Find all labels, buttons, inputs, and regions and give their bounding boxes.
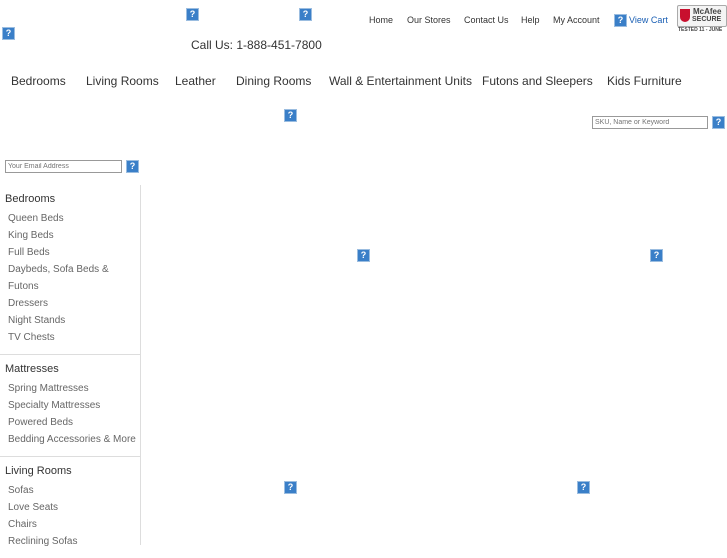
sidebar-section-mattresses: Mattresses Spring Mattresses Specialty M… [0,355,140,457]
phone-number: Call Us: 1-888-451-7800 [191,38,322,52]
sidebar-heading: Living Rooms [5,465,72,477]
nav-leather[interactable]: Leather [175,74,216,88]
sidebar-item[interactable]: Powered Beds [8,414,140,431]
broken-image-icon[interactable]: ? [284,481,297,494]
broken-image-icon: ? [186,8,199,21]
our-stores-link[interactable]: Our Stores [407,15,451,25]
sidebar-item[interactable]: King Beds [8,227,140,244]
nav-bedrooms[interactable]: Bedrooms [11,74,66,88]
mcafee-tested-date: TESTED 11 - JUNE [678,27,723,33]
sidebar-section-bedrooms: Bedrooms Queen Beds King Beds Full Beds … [0,185,140,355]
help-link[interactable]: Help [521,15,540,25]
sidebar-item[interactable]: Specialty Mattresses [8,397,140,414]
email-signup-button[interactable]: ? [126,160,139,173]
sidebar-item[interactable]: Sofas [8,482,140,499]
sidebar-item[interactable]: Chairs [8,516,140,533]
sidebar-item[interactable]: Dressers [8,295,140,312]
search-input[interactable] [592,116,708,129]
sidebar-item[interactable]: TV Chests [8,329,140,346]
category-sidebar: Bedrooms Queen Beds King Beds Full Beds … [0,185,141,547]
cart-icon[interactable]: ? [614,14,627,27]
view-cart-link[interactable]: View Cart [629,15,668,25]
broken-image-icon[interactable]: ? [577,481,590,494]
sidebar-heading: Mattresses [5,363,59,375]
my-account-link[interactable]: My Account [553,15,600,25]
nav-futons-sleepers[interactable]: Futons and Sleepers [482,74,593,88]
sidebar-item[interactable]: Bedding Accessories & More [8,431,140,448]
nav-kids-furniture[interactable]: Kids Furniture [607,74,682,88]
nav-wall-entertainment[interactable]: Wall & Entertainment Units [329,74,472,88]
sidebar-item[interactable]: Full Beds [8,244,140,261]
sidebar-heading: Bedrooms [5,193,56,205]
broken-image-icon[interactable]: ? [650,249,663,262]
logo-broken-image-icon[interactable]: ? [2,27,15,40]
shield-icon [680,9,690,22]
sidebar-item[interactable]: Love Seats [8,499,140,516]
sidebar-section-living-rooms: Living Rooms Sofas Love Seats Chairs Rec… [0,457,140,558]
nav-living-rooms[interactable]: Living Rooms [86,74,159,88]
home-link[interactable]: Home [369,15,393,25]
sidebar-item[interactable]: Daybeds, Sofa Beds & Futons [8,261,140,295]
sidebar-item[interactable]: Night Stands [8,312,140,329]
broken-image-icon[interactable]: ? [357,249,370,262]
sidebar-item[interactable]: Queen Beds [8,210,140,227]
sidebar-item[interactable]: Reclining Sofas [8,533,140,550]
sidebar-item[interactable]: Spring Mattresses [8,380,140,397]
email-input[interactable] [5,160,122,173]
mcafee-secure-badge[interactable]: McAfee SECURE [677,5,727,27]
contact-us-link[interactable]: Contact Us [464,15,509,25]
broken-image-icon: ? [284,109,297,122]
search-button[interactable]: ? [712,116,725,129]
broken-image-icon: ? [299,8,312,21]
nav-dining-rooms[interactable]: Dining Rooms [236,74,311,88]
